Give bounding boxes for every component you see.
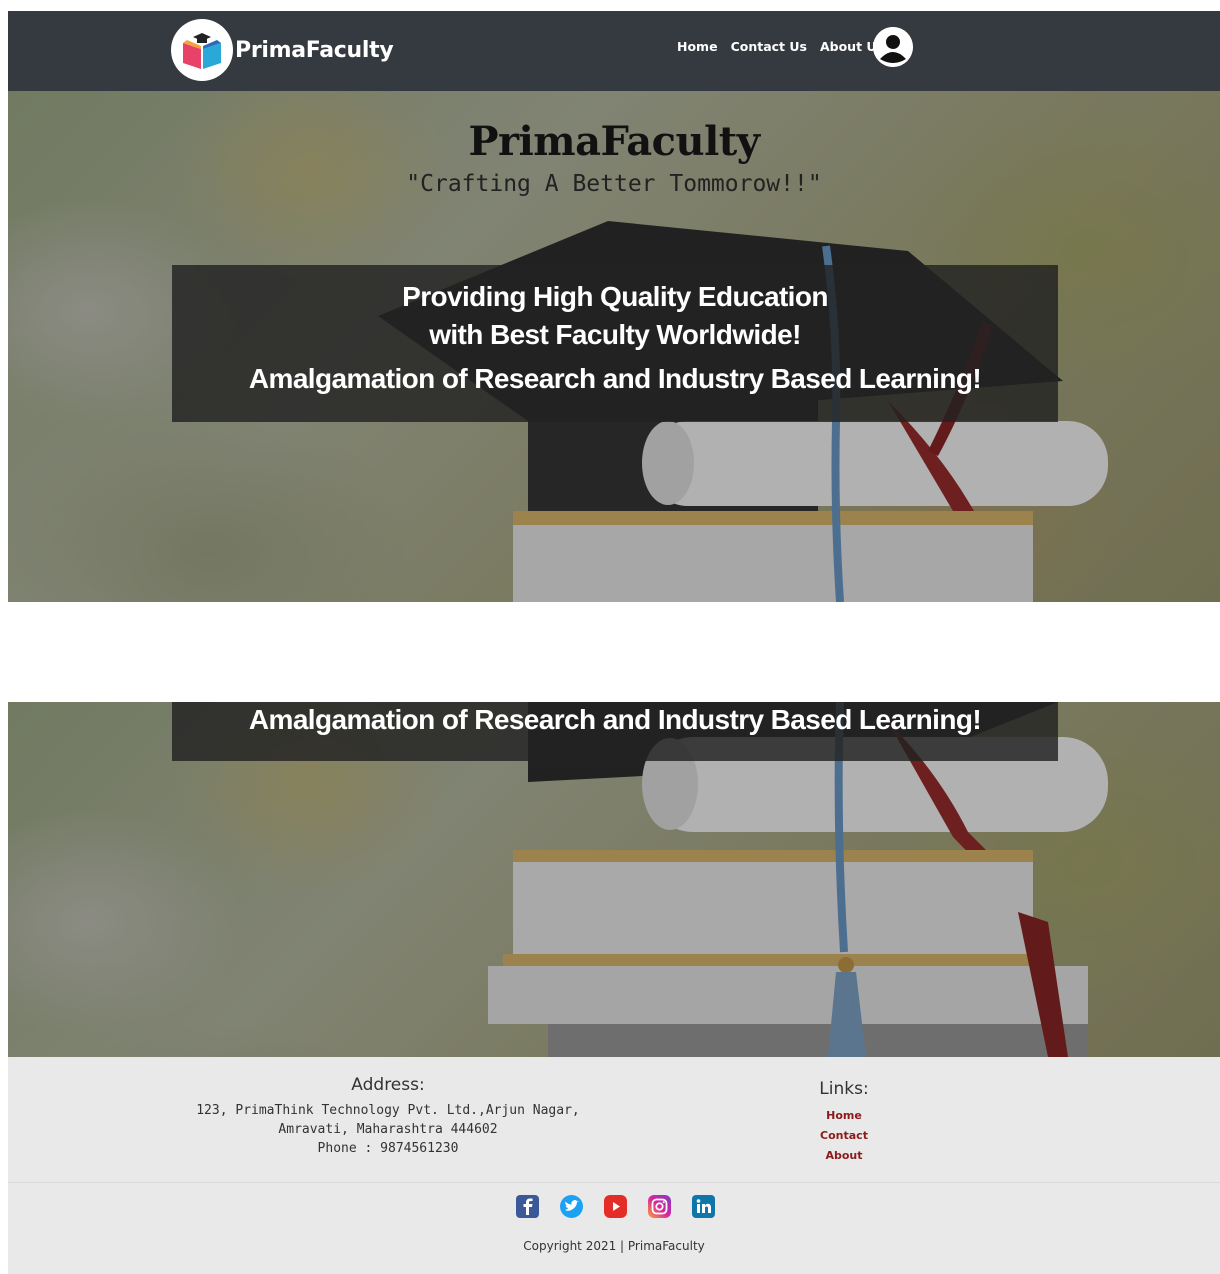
address-line-1: 123, PrimaThink Technology Pvt. Ltd.,Arj…	[196, 1103, 580, 1118]
page-bottom-view: Amalgamation of Research and Industry Ba…	[8, 702, 1220, 1274]
address-line-2: Amravati, Maharashtra 444602	[278, 1122, 498, 1137]
links-title: Links:	[819, 1079, 869, 1099]
hero-title: PrimaFaculty	[468, 118, 760, 165]
nav-links: Home Contact Us About Us	[677, 39, 884, 54]
nav-home-link[interactable]: Home	[677, 39, 718, 54]
linkedin-icon[interactable]	[692, 1195, 715, 1218]
hero-tagline: "Crafting A Better Tommorow!!"	[406, 171, 822, 197]
book-logo-icon	[171, 19, 233, 81]
brand-name[interactable]: PrimaFaculty	[235, 38, 394, 63]
address-title: Address:	[351, 1075, 425, 1095]
hero-banner: Providing High Quality Education with Be…	[172, 265, 1058, 422]
footer-divider	[8, 1182, 1220, 1183]
page-top-view: PrimaFaculty Home Contact Us About Us Pr…	[8, 11, 1220, 602]
facebook-icon[interactable]	[516, 1195, 539, 1218]
brand[interactable]: PrimaFaculty	[171, 19, 394, 81]
address-phone: Phone : 9874561230	[317, 1141, 459, 1156]
footer-contact-link[interactable]: Contact	[794, 1129, 894, 1142]
footer-about-link[interactable]: About	[794, 1149, 894, 1162]
navbar: PrimaFaculty Home Contact Us About Us	[8, 11, 1220, 91]
banner-line-1: Providing High Quality Education	[402, 281, 828, 312]
youtube-icon[interactable]	[604, 1195, 627, 1218]
social-icons	[516, 1195, 715, 1218]
footer: Address: 123, PrimaThink Technology Pvt.…	[8, 1057, 1220, 1274]
copyright-text: Copyright 2021 | PrimaFaculty	[523, 1239, 705, 1253]
hero-banner-lower: Amalgamation of Research and Industry Ba…	[172, 702, 1058, 761]
banner-line-2: with Best Faculty Worldwide!	[429, 319, 801, 350]
banner-line-3: Amalgamation of Research and Industry Ba…	[248, 363, 982, 394]
footer-home-link[interactable]: Home	[794, 1109, 894, 1122]
nav-contact-link[interactable]: Contact Us	[731, 39, 807, 54]
user-profile-icon[interactable]	[873, 27, 913, 67]
instagram-icon[interactable]	[648, 1195, 671, 1218]
banner-line-3-lower: Amalgamation of Research and Industry Ba…	[248, 704, 982, 735]
twitter-icon[interactable]	[560, 1195, 583, 1218]
